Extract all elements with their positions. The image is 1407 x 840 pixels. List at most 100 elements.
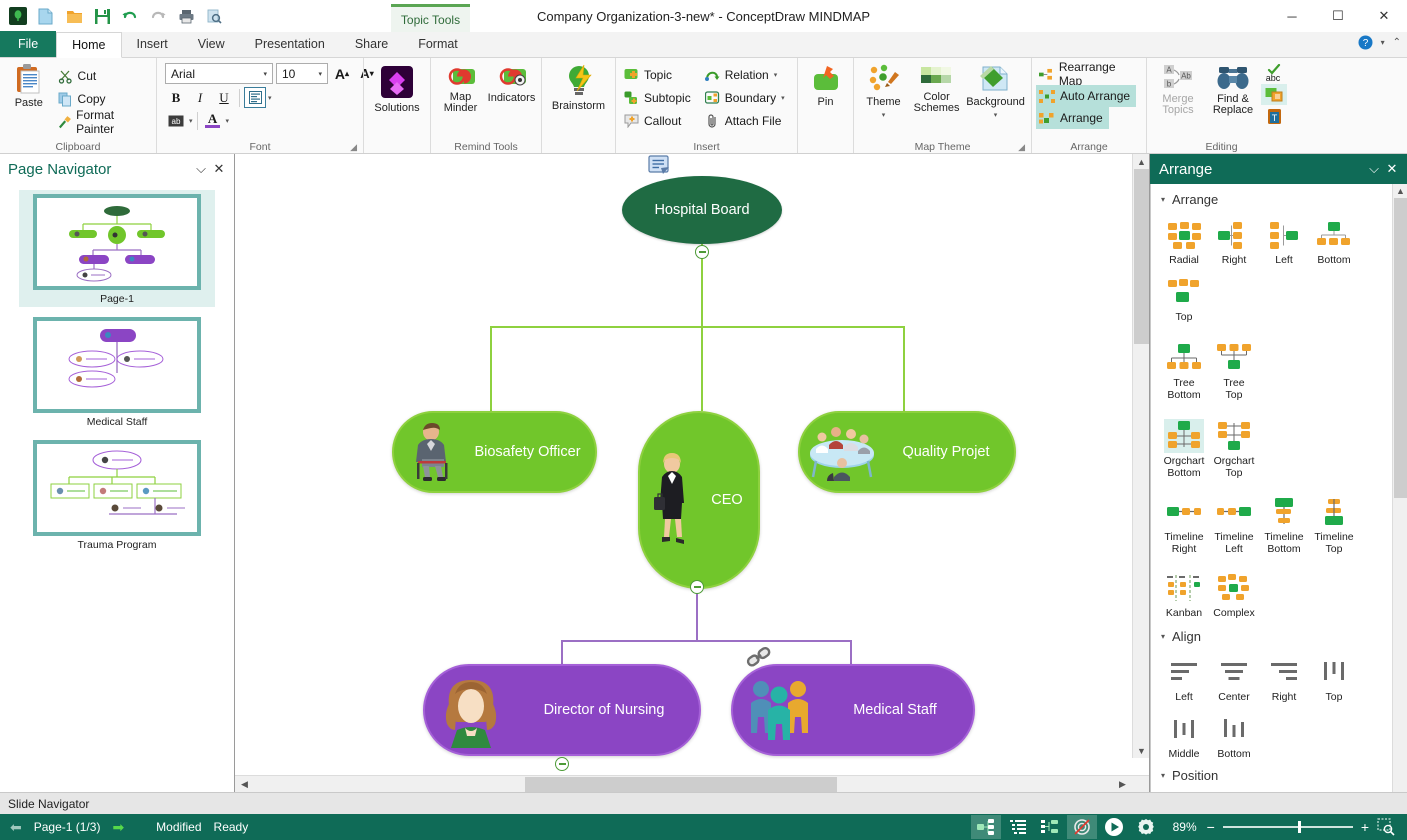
align-option-bottom[interactable]: Bottom xyxy=(1209,707,1259,764)
insert-callout-button[interactable]: Callout xyxy=(620,110,695,132)
pin-panel-icon[interactable]: ⌵ xyxy=(1365,161,1383,177)
rearrange-map-button[interactable]: Rearrange Map xyxy=(1036,60,1142,88)
background-dropdown-icon[interactable]: ▾ xyxy=(994,110,998,122)
map-minder-button[interactable]: Map Minder xyxy=(435,61,486,114)
print-icon[interactable] xyxy=(174,4,198,28)
minimize-button[interactable]: ─ xyxy=(1269,0,1315,32)
collapse-toggle-ceo[interactable] xyxy=(690,580,704,594)
underline-button[interactable]: U xyxy=(213,87,235,108)
align-section-header[interactable]: ▾ Align xyxy=(1151,623,1407,648)
new-document-icon[interactable] xyxy=(34,4,58,28)
spell-check-button[interactable]: abc xyxy=(1261,62,1287,83)
color-schemes-button[interactable]: Color Schemes xyxy=(909,61,964,114)
align-option-top[interactable]: Top xyxy=(1309,650,1359,707)
close-panel-icon[interactable]: ✕ xyxy=(1383,161,1401,177)
insert-relation-button[interactable]: Relation ▾ xyxy=(701,64,789,86)
tree-view-icon[interactable] xyxy=(1035,815,1065,839)
arrange-option-timeline-bottom[interactable]: Timeline Bottom xyxy=(1259,483,1309,559)
mindmap-view-icon[interactable] xyxy=(970,815,1001,839)
mindmap-node-director-of-nursing[interactable]: Director of Nursing xyxy=(423,664,701,756)
background-button[interactable]: Background ▾ xyxy=(964,61,1027,122)
outline-view-icon[interactable] xyxy=(1003,815,1033,839)
arrange-option-bottom[interactable]: Bottom xyxy=(1309,213,1359,270)
scroll-right-icon[interactable]: ▶ xyxy=(1115,776,1130,793)
font-color-button[interactable]: A xyxy=(202,110,224,131)
open-folder-icon[interactable] xyxy=(62,4,86,28)
fit-to-window-icon[interactable] xyxy=(1371,815,1401,839)
scroll-down-icon[interactable]: ▼ xyxy=(1133,743,1149,758)
align-dropdown-icon[interactable]: ▾ xyxy=(268,94,272,102)
redo-icon[interactable] xyxy=(146,4,170,28)
undo-icon[interactable] xyxy=(118,4,142,28)
arrange-option-tree-bottom[interactable]: Tree Bottom xyxy=(1159,327,1209,405)
root-note-icon[interactable] xyxy=(647,154,671,179)
scroll-up-icon[interactable]: ▲ xyxy=(1393,184,1407,198)
arrange-panel-scrollbar[interactable]: ▲ xyxy=(1392,184,1407,792)
arrange-option-complex[interactable]: Complex xyxy=(1209,559,1259,623)
arrange-option-timeline-top[interactable]: Timeline Top xyxy=(1309,483,1359,559)
solutions-button[interactable]: Solutions xyxy=(370,61,424,114)
font-dialog-launcher[interactable]: ◢ xyxy=(350,140,357,153)
insert-boundary-button[interactable]: Boundary ▾ xyxy=(701,87,789,109)
tab-home[interactable]: Home xyxy=(56,32,122,58)
hide-view-icon[interactable] xyxy=(1066,815,1097,839)
print-preview-icon[interactable] xyxy=(202,4,226,28)
indicators-button[interactable]: Indicators xyxy=(486,61,537,104)
zoom-in-button[interactable]: + xyxy=(1361,819,1369,835)
zoom-slider[interactable] xyxy=(1222,821,1353,833)
tab-presentation[interactable]: Presentation xyxy=(240,31,340,57)
collapse-ribbon-icon[interactable]: ⌃ xyxy=(1393,37,1401,48)
arrange-section-header[interactable]: ▾ Arrange xyxy=(1151,188,1407,211)
grow-font-button[interactable]: A ▴ xyxy=(331,63,353,84)
text-align-button[interactable] xyxy=(244,87,266,108)
canvas-horizontal-scrollbar[interactable]: ◀ ▶ xyxy=(235,775,1149,792)
highlight-dropdown-icon[interactable]: ▾ xyxy=(189,117,193,125)
mindmap-node-biosafety-officer[interactable]: Biosafety Officer xyxy=(392,411,597,493)
mindmap-node-quality-projet[interactable]: Quality Projet xyxy=(798,411,1016,493)
zoom-slider-handle[interactable] xyxy=(1298,821,1302,833)
previous-page-icon[interactable]: ⬅ xyxy=(10,819,22,836)
paste-button[interactable]: Paste xyxy=(4,61,54,109)
maximize-button[interactable]: ☐ xyxy=(1315,0,1361,32)
arrange-option-radial[interactable]: Radial xyxy=(1159,213,1209,270)
horizontal-scroll-thumb[interactable] xyxy=(525,777,837,792)
font-size-combo[interactable]: 10 ▾ xyxy=(276,63,328,84)
collapse-toggle-director-nursing[interactable] xyxy=(555,757,569,771)
duplicate-topic-button[interactable] xyxy=(1261,84,1287,105)
play-presentation-icon[interactable] xyxy=(1099,815,1129,839)
merge-topics-button[interactable]: A b Ab Merge Topics xyxy=(1151,61,1205,116)
copy-button[interactable]: Copy xyxy=(54,88,152,110)
fit-to-map-checkbox-row[interactable]: ✓ Fit to Map after Arrange xyxy=(1151,787,1407,792)
relation-dropdown-icon[interactable]: ▾ xyxy=(774,71,778,79)
theme-dropdown-icon[interactable]: ▾ xyxy=(882,110,886,122)
next-page-icon[interactable]: ➡ xyxy=(112,819,124,836)
map-theme-dialog-launcher[interactable]: ◢ xyxy=(1018,140,1025,153)
page-thumbnail-item[interactable]: Trauma Program xyxy=(19,436,215,553)
help-dropdown-icon[interactable]: ▾ xyxy=(1381,38,1385,47)
arrange-option-left[interactable]: Left xyxy=(1259,213,1309,270)
pin-panel-icon[interactable]: ⌵ xyxy=(192,161,210,177)
boundary-dropdown-icon[interactable]: ▾ xyxy=(781,94,785,102)
zoom-out-button[interactable]: − xyxy=(1207,819,1215,835)
mindmap-node-hospital-board[interactable]: Hospital Board xyxy=(622,176,782,244)
align-option-middle[interactable]: Middle xyxy=(1159,707,1209,764)
align-option-center[interactable]: Center xyxy=(1209,650,1259,707)
tab-view[interactable]: View xyxy=(183,31,240,57)
gear-view-icon[interactable] xyxy=(1131,815,1161,839)
arrange-option-kanban[interactable]: Kanban xyxy=(1159,559,1209,623)
close-panel-icon[interactable]: ✕ xyxy=(210,161,228,177)
arrange-option-tree-top[interactable]: Tree Top xyxy=(1209,327,1259,405)
tab-file[interactable]: File xyxy=(0,31,57,57)
contextual-tab-topic-tools[interactable]: Topic Tools xyxy=(391,4,470,32)
position-section-header[interactable]: ▾ Position xyxy=(1151,764,1407,787)
highlight-button[interactable]: ab xyxy=(165,110,187,131)
pin-button[interactable]: Pin xyxy=(802,61,849,108)
paste-special-button[interactable]: T xyxy=(1261,106,1287,127)
tab-insert[interactable]: Insert xyxy=(122,31,183,57)
brainstorm-button[interactable]: Brainstorm xyxy=(546,61,611,112)
mindmap-node-medical-staff[interactable]: Medical Staff xyxy=(731,664,975,756)
arrange-option-timeline-right[interactable]: Timeline Right xyxy=(1159,483,1209,559)
font-family-combo[interactable]: Arial ▾ xyxy=(165,63,273,84)
arrange-button[interactable]: Arrange xyxy=(1036,107,1109,129)
page-thumbnail-item[interactable]: Medical Staff xyxy=(19,313,215,430)
